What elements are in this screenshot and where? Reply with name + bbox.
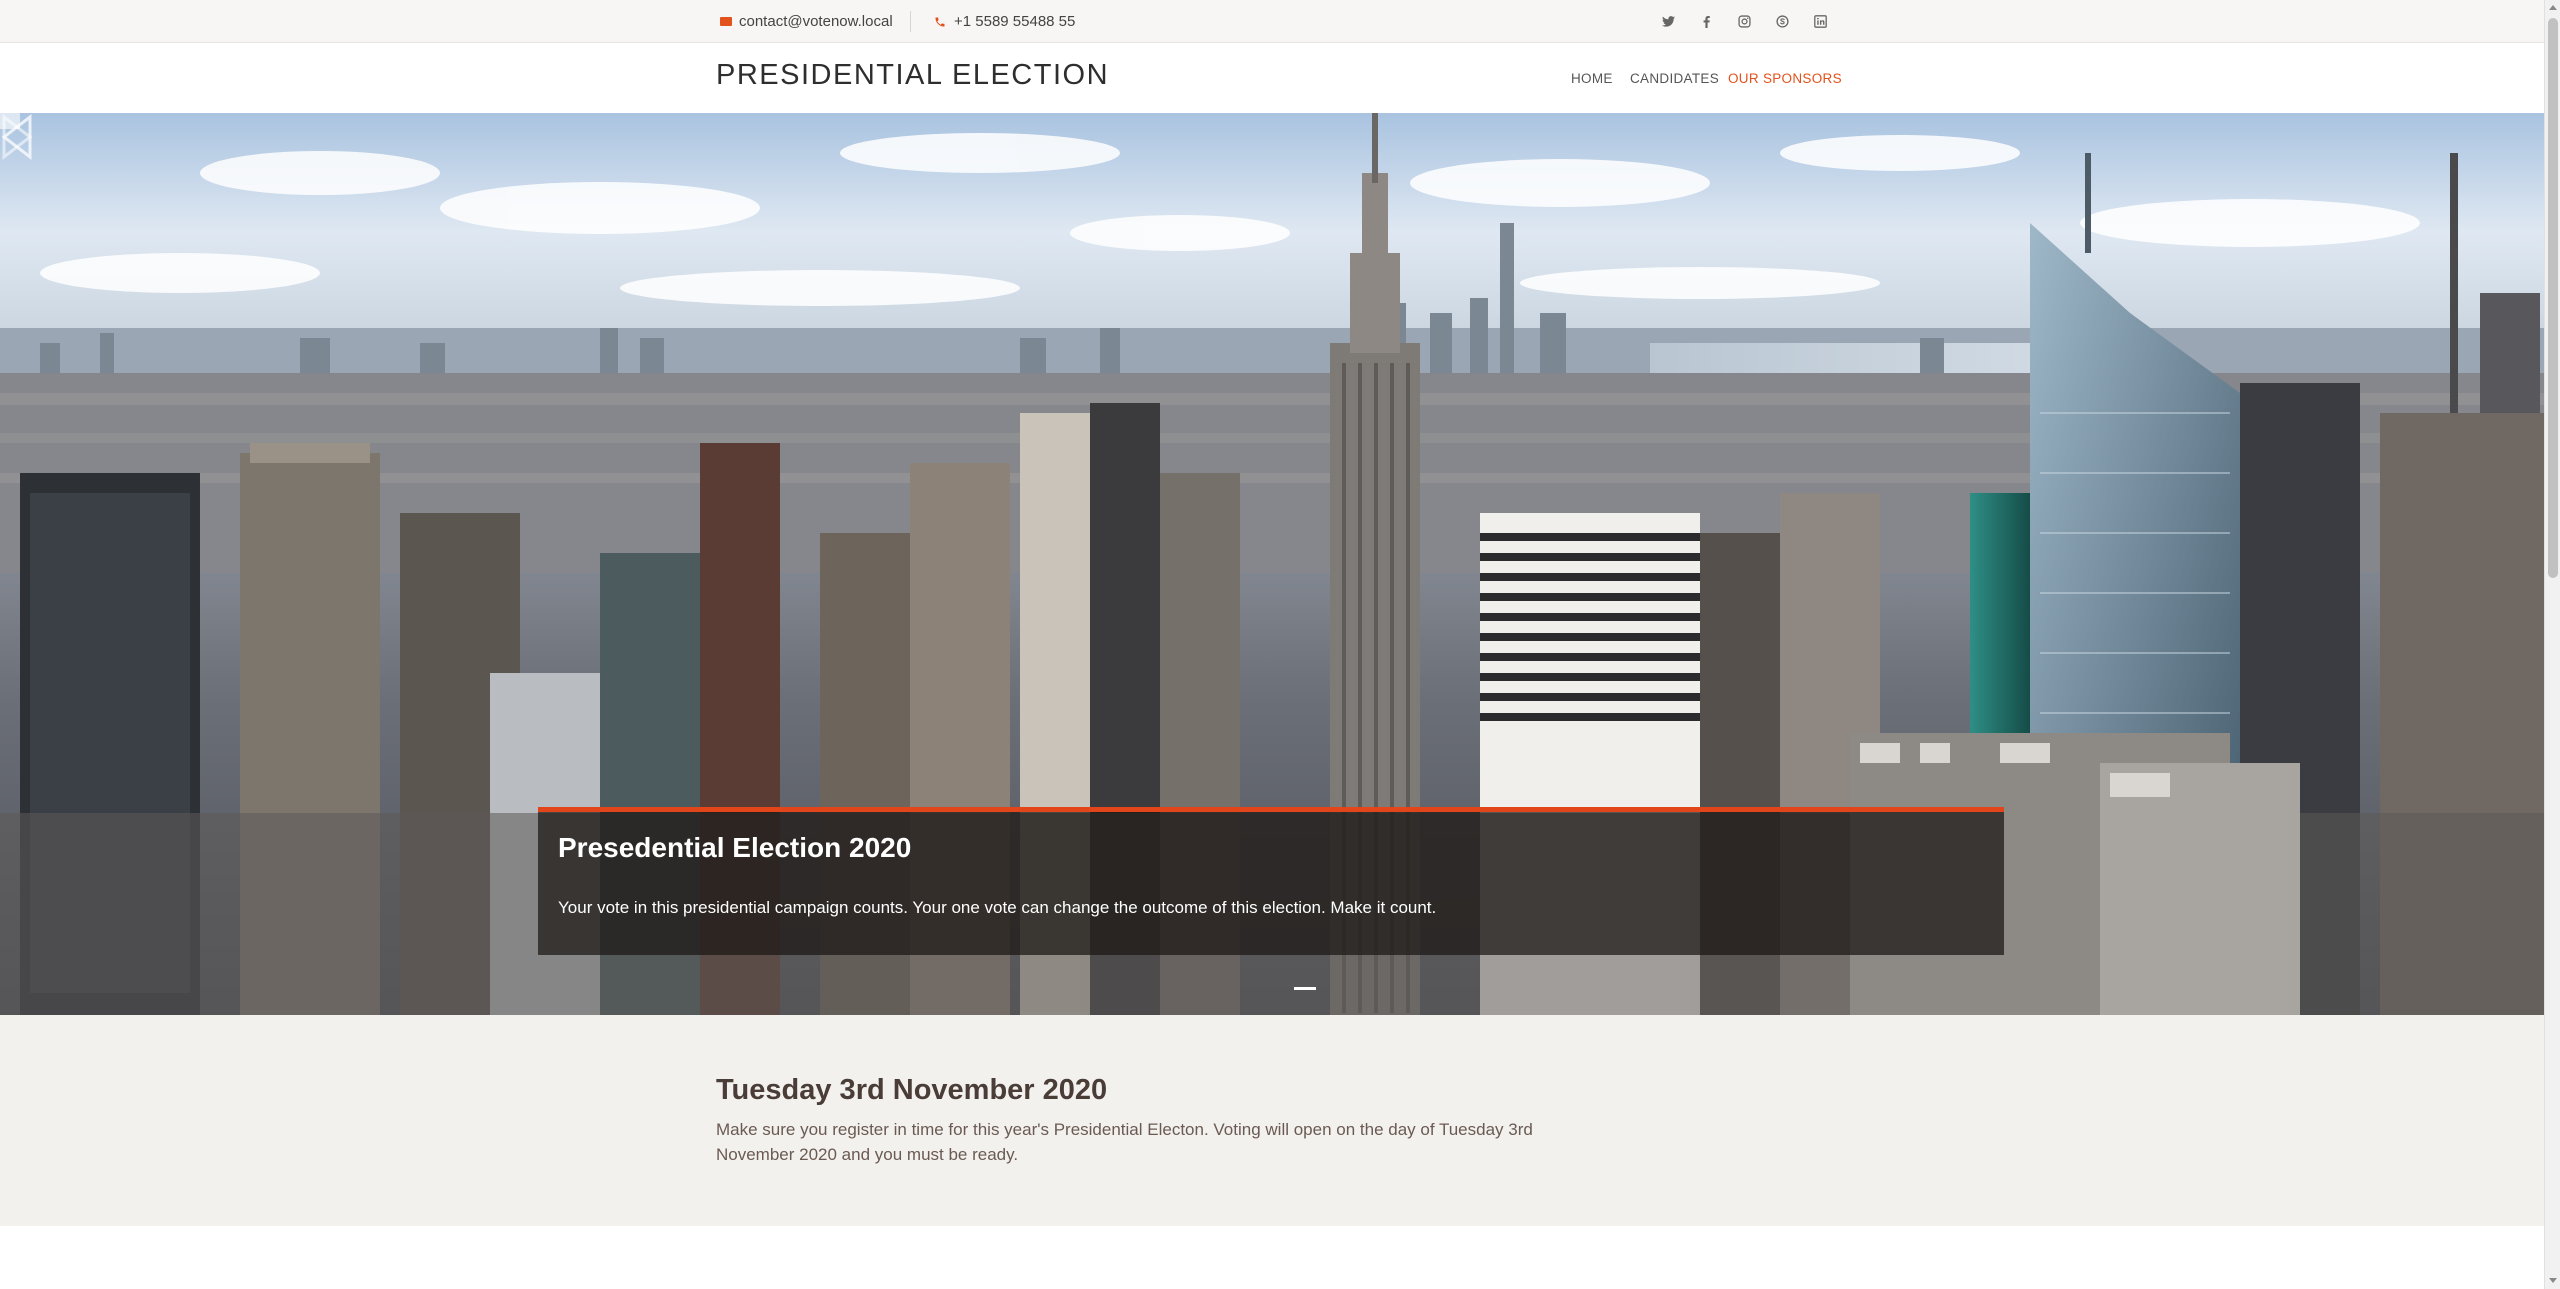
nav-home[interactable]: HOME	[1571, 43, 1613, 113]
contact-phone-text: +1 5589 55488 55	[954, 13, 1076, 30]
site-header: PRESIDENTIAL ELECTION HOME CANDIDATES OU…	[0, 43, 2544, 113]
carousel-indicator-active[interactable]	[1294, 987, 1316, 990]
contact-divider	[910, 11, 911, 32]
phone-icon	[935, 17, 945, 26]
hero-text: Your vote in this presidential campaign …	[558, 898, 1437, 917]
contact-phone[interactable]: +1 5589 55488 55	[934, 0, 1075, 43]
scroll-thumb[interactable]	[2548, 18, 2558, 578]
corner-tag	[0, 113, 20, 129]
hero-caption: Presedential Election 2020 Your vote in …	[538, 807, 2004, 955]
nav-our-sponsors[interactable]: OUR SPONSORS	[1728, 43, 1842, 113]
hero-carousel: Presedential Election 2020 Your vote in …	[0, 113, 2544, 1015]
facebook-icon[interactable]	[1696, 0, 1716, 43]
election-info-section: Tuesday 3rd November 2020 Make sure you …	[0, 1015, 2544, 1226]
election-date-heading: Tuesday 3rd November 2020	[716, 1074, 1108, 1106]
twitter-icon[interactable]	[1658, 0, 1678, 43]
election-info-text: Make sure you register in time for this …	[716, 1120, 1533, 1164]
instagram-icon[interactable]	[1734, 0, 1754, 43]
site-logo[interactable]: PRESIDENTIAL ELECTION	[716, 59, 1109, 92]
scroll-up-icon[interactable]	[2549, 5, 2557, 10]
contact-email[interactable]: contact@votenow.local	[720, 0, 893, 43]
skype-icon[interactable]	[1772, 0, 1792, 43]
contact-email-text: contact@votenow.local	[739, 13, 893, 30]
page-scrollbar[interactable]	[2544, 0, 2560, 1289]
envelope-icon	[720, 17, 732, 26]
top-bar: contact@votenow.local +1 5589 55488 55	[0, 0, 2544, 43]
linkedin-icon[interactable]	[1810, 0, 1830, 43]
hero-title: Presedential Election 2020	[558, 832, 912, 863]
nav-candidates[interactable]: CANDIDATES	[1630, 43, 1719, 113]
scroll-down-icon[interactable]	[2549, 1278, 2557, 1283]
